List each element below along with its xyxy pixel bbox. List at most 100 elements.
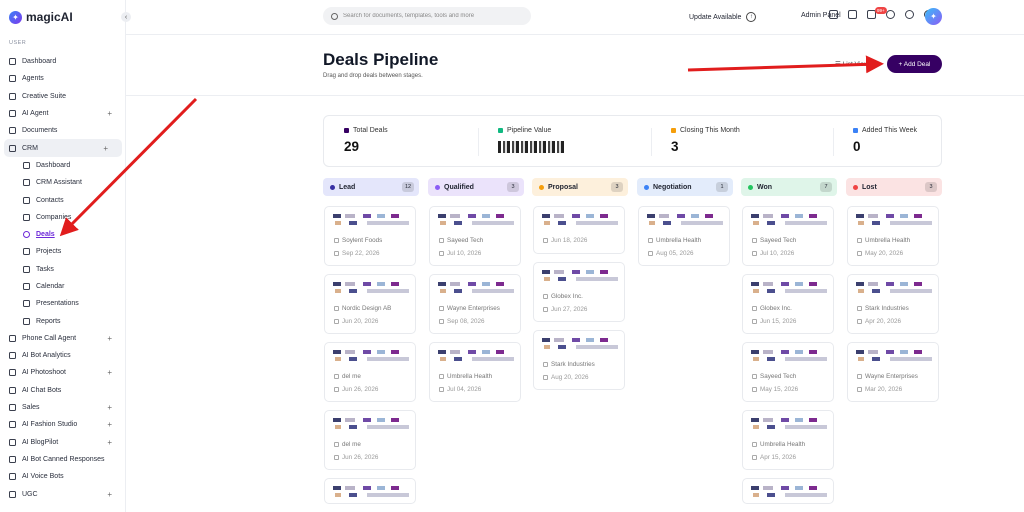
topbar-icons: 99+ (829, 7, 933, 19)
update-available-button[interactable]: Update Available ↑ (689, 12, 757, 22)
rocket-icon (9, 75, 16, 83)
column-header-lost[interactable]: Lost 3 (846, 178, 942, 196)
plus-icon[interactable]: + (107, 368, 112, 377)
plus-icon[interactable]: + (107, 420, 112, 429)
crm-subitem-presentations[interactable]: Presentations (0, 295, 125, 312)
section-label-user: USER (9, 40, 27, 46)
deal-card[interactable]: Wayne Enterprises Sep 08, 2026 (429, 274, 521, 334)
sidebar-item-ai-bot-analytics[interactable]: AI Bot Analytics (0, 347, 125, 364)
reply-icon (9, 455, 16, 463)
deal-card[interactable] (742, 478, 834, 504)
deal-card[interactable]: del me Jun 26, 2026 (324, 410, 416, 470)
deal-card[interactable]: Umbrella Health May 20, 2026 (847, 206, 939, 266)
deal-card[interactable]: Sayeed Tech Jul 10, 2026 (742, 206, 834, 266)
crm-subitem-reports[interactable]: Reports (0, 312, 125, 329)
sidebar-item-label: CRM (22, 144, 38, 152)
deal-card[interactable]: Sayeed Tech Jul 10, 2026 (429, 206, 521, 266)
deal-title-redacted (542, 338, 618, 352)
sidebar-item-ai-photoshoot[interactable]: AI Photoshoot + (0, 364, 125, 381)
logo[interactable]: ✦ magicAI (9, 10, 73, 24)
deal-card[interactable]: Stark Industries Aug 20, 2026 (533, 330, 625, 390)
calendar-icon (857, 387, 862, 392)
plus-icon[interactable]: + (107, 334, 112, 343)
add-deal-button[interactable]: + Add Deal (887, 55, 942, 73)
building-icon (752, 238, 757, 243)
shirt-icon (9, 421, 16, 429)
user-avatar[interactable]: ✦ (925, 8, 942, 25)
column-title: Won (757, 183, 773, 191)
sidebar-item-ai-blogpilot[interactable]: AI BlogPilot + (0, 434, 125, 451)
sidebar-item-phone-call-agent[interactable]: Phone Call Agent + (0, 330, 125, 347)
collapse-sidebar-button[interactable]: ‹ (121, 12, 131, 22)
deal-card[interactable]: Sayeed Tech May 15, 2026 (742, 342, 834, 402)
column-header-negotiation[interactable]: Negotiation 1 (637, 178, 733, 196)
sidebar-item-ai-voice-bots[interactable]: AI Voice Bots (0, 468, 125, 485)
notification-icon[interactable]: 99+ (867, 7, 887, 19)
deal-company: Globex Inc. (752, 305, 792, 312)
plus-icon[interactable]: + (103, 144, 108, 153)
stat-added-this-week: Added This Week 0 (853, 127, 917, 154)
thumbs-up-icon[interactable] (829, 10, 838, 19)
moon-icon[interactable] (905, 10, 914, 19)
crm-subitem-companies[interactable]: Companies (0, 209, 125, 226)
sidebar-item-creative-suite[interactable]: Creative Suite (0, 88, 125, 105)
grid-icon (9, 58, 16, 66)
deal-card[interactable]: Globex Inc. Jun 15, 2026 (742, 274, 834, 334)
briefcase-icon (9, 144, 16, 152)
deal-card[interactable]: del me Jun 26, 2026 (324, 342, 416, 402)
column-header-won[interactable]: Won 7 (741, 178, 837, 196)
deal-card[interactable]: Stark Industries Apr 20, 2026 (847, 274, 939, 334)
deal-card[interactable]: Wayne Enterprises Mar 20, 2026 (847, 342, 939, 402)
deal-title-redacted (333, 350, 409, 364)
deal-card[interactable]: Umbrella Health Jul 04, 2026 (429, 342, 521, 402)
building-icon (439, 374, 444, 379)
sidebar-item-ugc[interactable]: UGC + (0, 485, 125, 502)
deal-company-text: Stark Industries (865, 305, 909, 312)
crm-subitem-crm-assistant[interactable]: CRM Assistant (0, 174, 125, 191)
inbox-icon[interactable] (848, 10, 857, 19)
deal-card[interactable]: Jun 18, 2026 (533, 206, 625, 254)
column-header-lead[interactable]: Lead 12 (323, 178, 419, 196)
deal-date-text: Jun 27, 2026 (551, 306, 588, 313)
globe-icon[interactable] (886, 10, 895, 19)
deal-company-text: Umbrella Health (656, 237, 702, 244)
stat-label: Closing This Month (671, 127, 740, 134)
chart-icon (23, 317, 30, 325)
deal-company-text: Soylent Foods (342, 237, 383, 244)
sidebar-item-documents[interactable]: Documents (0, 122, 125, 139)
sidebar-item-ai-bot-canned-responses[interactable]: AI Bot Canned Responses (0, 451, 125, 468)
sidebar-item-sales[interactable]: Sales + (0, 399, 125, 416)
crm-subitem-calendar[interactable]: Calendar (0, 278, 125, 295)
sidebar-item-dashboard[interactable]: Dashboard (0, 53, 125, 70)
plus-icon[interactable]: + (107, 403, 112, 412)
search-bar[interactable] (323, 7, 531, 25)
deal-company: Umbrella Health (439, 373, 492, 380)
stat-label: Pipeline Value (498, 127, 564, 134)
plus-icon[interactable]: + (107, 490, 112, 499)
sidebar-item-agents[interactable]: Agents (0, 70, 125, 87)
plus-icon[interactable]: + (107, 109, 112, 118)
column-header-proposal[interactable]: Proposal 3 (532, 178, 628, 196)
sidebar-item-ai-chat-bots[interactable]: AI Chat Bots (0, 382, 125, 399)
deal-company-text: Sayeed Tech (760, 237, 797, 244)
plus-icon[interactable]: + (107, 438, 112, 447)
crm-subitem-tasks[interactable]: Tasks (0, 261, 125, 278)
column-header-qualified[interactable]: Qualified 3 (428, 178, 524, 196)
crm-subitem-dashboard[interactable]: Dashboard (0, 157, 125, 174)
deal-title-redacted (542, 214, 618, 228)
list-view-button[interactable]: ☰ List View (835, 60, 869, 68)
deal-card[interactable] (324, 478, 416, 504)
crm-subitem-projects[interactable]: Projects (0, 243, 125, 260)
deal-card[interactable]: Globex Inc. Jun 27, 2026 (533, 262, 625, 322)
crm-subitem-contacts[interactable]: Contacts (0, 191, 125, 208)
sidebar-item-ai-agent[interactable]: AI Agent + (0, 105, 125, 122)
sidebar-item-label: AI Chat Bots (22, 386, 62, 394)
deal-card[interactable]: Soylent Foods Sep 22, 2026 (324, 206, 416, 266)
search-input[interactable] (343, 13, 523, 19)
sidebar-item-ai-fashion-studio[interactable]: AI Fashion Studio + (0, 416, 125, 433)
deal-card[interactable]: Umbrella Health Aug 05, 2026 (638, 206, 730, 266)
deal-card[interactable]: Umbrella Health Apr 15, 2026 (742, 410, 834, 470)
crm-subitem-deals[interactable]: Deals (0, 226, 125, 243)
sidebar-item-crm[interactable]: CRM + (4, 139, 122, 157)
deal-card[interactable]: Nordic Design AB Jun 20, 2026 (324, 274, 416, 334)
